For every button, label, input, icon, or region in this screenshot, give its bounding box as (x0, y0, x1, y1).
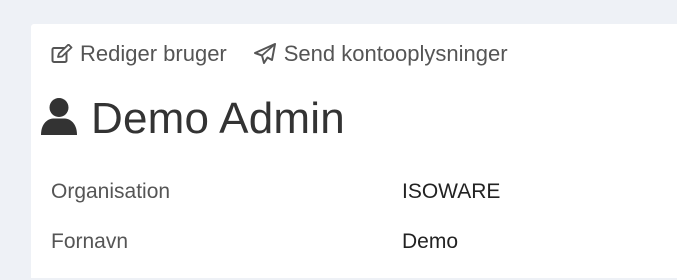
field-label: Organisation (51, 180, 171, 203)
user-panel: Rediger bruger Send kontooplysninger Dem… (31, 24, 677, 278)
field-label: Fornavn (51, 230, 129, 253)
edit-user-label: Rediger bruger (80, 41, 227, 66)
user-name: Demo Admin (91, 94, 345, 143)
field-row-organisation: Organisation ISOWARE (51, 180, 651, 204)
field-row-first-name: Fornavn Demo (51, 230, 651, 254)
paper-plane-icon (253, 43, 277, 65)
edit-user-link[interactable]: Rediger bruger (51, 41, 227, 67)
user-details: Organisation ISOWARE Fornavn Demo (51, 180, 651, 280)
user-actions-toolbar: Rediger bruger Send kontooplysninger (51, 40, 508, 68)
user-heading: Demo Admin (40, 94, 345, 144)
field-value: Demo (402, 230, 459, 253)
send-account-info-link[interactable]: Send kontooplysninger (253, 41, 508, 67)
user-icon (40, 97, 78, 142)
field-value: ISOWARE (402, 180, 501, 203)
send-account-info-label: Send kontooplysninger (283, 41, 508, 66)
edit-icon (51, 44, 73, 64)
